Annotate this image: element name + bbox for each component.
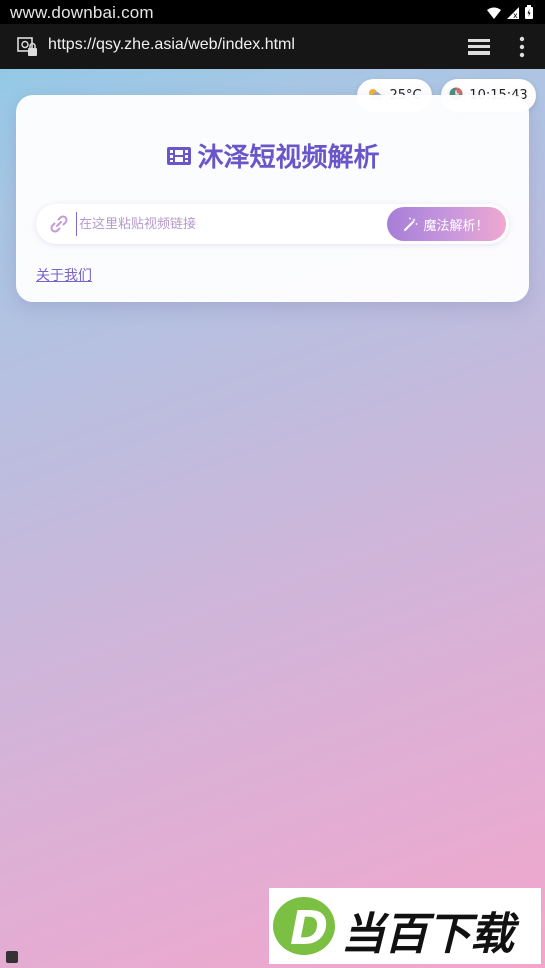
svg-text:D: D [290,901,328,955]
link-icon [49,215,69,233]
svg-text:x: x [513,11,518,19]
brand-d-icon: D [272,894,336,958]
browser-url-bar: https://qsy.zhe.asia/web/index.html [0,24,545,69]
magic-parse-button[interactable]: 魔法解析！ [387,207,506,241]
link-input-row: 魔法解析！ [36,204,509,244]
status-bar: www.downbai.com x [0,0,545,24]
wand-icon [404,217,418,231]
parse-button-label: 魔法解析！ [423,218,489,234]
url-text[interactable]: https://qsy.zhe.asia/web/index.html [48,36,295,54]
corner-square-icon [6,951,18,963]
menu-icon[interactable] [518,36,526,58]
video-link-input[interactable] [76,212,376,236]
status-icons: x [487,4,533,23]
wifi-icon [487,4,501,23]
signal-icon: x [507,4,519,23]
parser-card: 沐泽短视频解析 魔法解析！ 关于我们 [16,95,529,302]
film-icon [165,144,193,168]
about-us-link[interactable]: 关于我们 [36,265,92,285]
brand-name: 当百下载 [341,909,514,960]
title-row: 沐泽短视频解析 [16,137,529,174]
battery-icon [525,4,533,23]
lock-icon[interactable] [17,36,39,58]
page-title: 沐泽短视频解析 [197,143,380,173]
brand-logo: D 当百下载 [269,888,541,964]
site-watermark: www.downbai.com [10,3,154,22]
tabs-icon[interactable] [467,38,491,56]
